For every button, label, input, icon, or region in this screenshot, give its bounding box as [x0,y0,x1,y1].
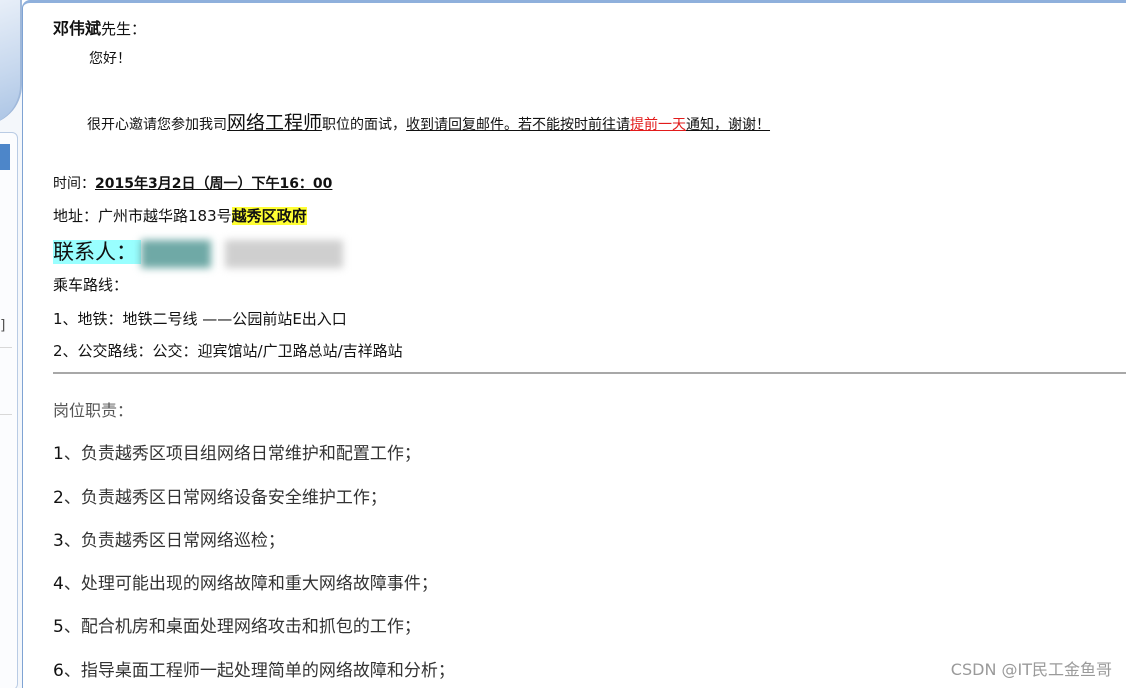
address-label: 地址： [53,207,99,225]
duty-number: 3 [53,531,64,551]
invite-mid: 职位的面试， [322,117,407,133]
duty-item: 3、负责越秀区日常网络巡检； [53,526,285,551]
address-highlight: 越秀区政府 [231,207,307,225]
watermark: CSDN @IT民工金鱼哥 [950,660,1112,679]
invitation-sentence: 很开心邀请您参加我司网络工程师职位的面试，收到请回复邮件。若不能按时前往请提前一… [87,108,770,135]
duty-text: 、处理可能出现的网络故障和重大网络故障事件； [63,574,438,594]
interview-address: 地址：广州市越华路183号越秀区政府 [53,205,307,226]
position-title: 网络工程师 [227,112,323,134]
duty-text: 、负责越秀区日常网络巡检； [63,531,285,551]
contact-line: 联系人： [53,236,141,266]
contact-label: 联系人： [53,240,141,264]
duties-title: 岗位职责： [53,401,134,420]
duty-text: 、负责越秀区日常网络设备安全维护工作； [63,488,387,508]
route-subway: 1、地铁：地铁二号线 ——公园前站E出入口 [53,310,347,328]
sidebar-divider [0,347,12,348]
duty-number: 5 [53,617,64,637]
duty-item: 6、指导桌面工程师一起处理简单的网络故障和分析； [53,656,455,681]
duty-text: 、指导桌面工程师一起处理简单的网络故障和分析； [63,661,455,681]
recipient-name: 邓伟斌 [53,19,102,38]
duty-number: 4 [53,574,64,594]
greeting: 您好！ [89,51,131,67]
recipient-title: 先生： [101,20,147,38]
interview-time: 时间：2015年3月2日（周一）下午16：00 [53,173,332,193]
duty-item: 4、处理可能出现的网络故障和重大网络故障事件； [53,569,438,594]
sidebar-selected-item[interactable] [0,144,10,170]
duty-text: 、配合机房和桌面处理网络攻击和抓包的工作； [63,617,421,637]
address-value: 广州市越华路183号 [98,207,232,225]
left-sidebar: ] [0,0,22,688]
sidebar-divider [0,414,12,415]
duty-item: 2、负责越秀区日常网络设备安全维护工作； [53,483,387,508]
duty-number: 6 [53,661,64,681]
time-label: 时间： [53,176,95,192]
sidebar-panel [0,132,18,688]
route-bus: 2、公交路线：公交：迎宾馆站/广卫路总站/吉祥路站 [53,342,403,360]
time-value: 2015年3月2日（周一）下午16：00 [95,176,333,192]
invite-red-text: 提前一天 [630,117,687,133]
horizontal-divider [53,372,1126,374]
duty-text: 、负责越秀区项目组网络日常维护和配置工作； [63,444,421,464]
duty-number: 1 [53,444,64,464]
sidebar-bracket-text: ] [0,318,6,334]
invite-prefix: 很开心邀请您参加我司 [87,117,227,133]
sidebar-header-graphic [0,0,22,125]
duty-item: 5、配合机房和桌面处理网络攻击和抓包的工作； [53,612,421,637]
route-title: 乘车路线： [53,276,129,294]
invite-reply: 收到请回复邮件。若不能按时前往请 [406,117,631,133]
redacted-contact-blur [225,240,343,268]
duty-item: 1、负责越秀区项目组网络日常维护和配置工作； [53,439,421,464]
recipient-line: 邓伟斌先生： [53,15,146,39]
redacted-contact-blur [141,240,211,268]
duty-number: 2 [53,488,64,508]
invite-end: 通知，谢谢！ [686,117,771,133]
